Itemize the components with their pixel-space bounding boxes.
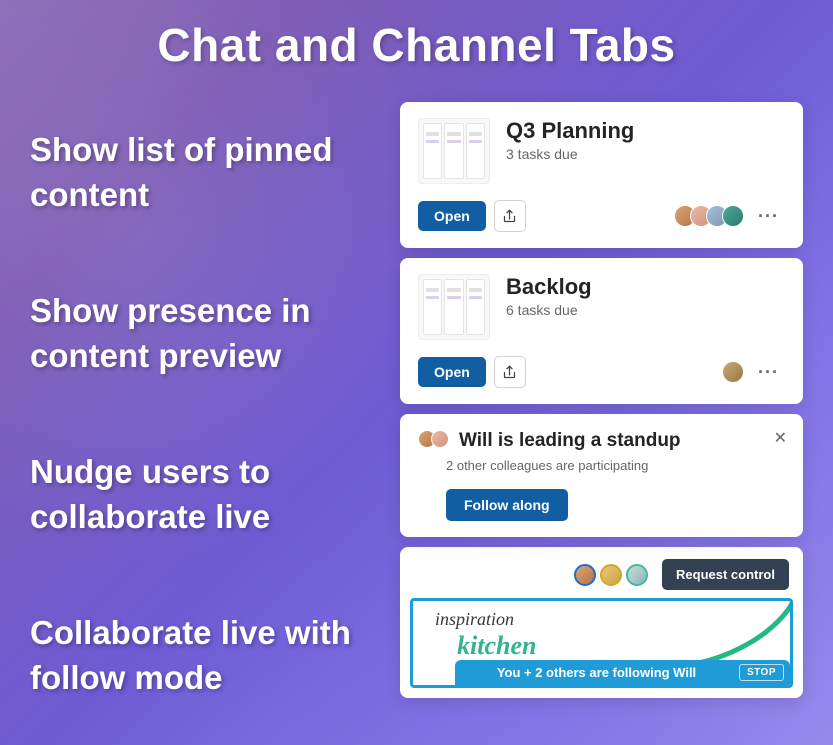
standup-card: ✕ Will is leading a standup 2 other coll… xyxy=(400,414,803,537)
board-thumbnail xyxy=(418,118,490,184)
open-button[interactable]: Open xyxy=(418,357,486,387)
more-menu[interactable]: ··· xyxy=(752,206,785,227)
standup-avatars xyxy=(418,430,449,448)
avatar xyxy=(626,564,648,586)
presence-avatars xyxy=(722,361,744,383)
tab-card-backlog: Backlog 6 tasks due Open ··· xyxy=(400,258,803,404)
share-icon xyxy=(502,209,517,224)
canvas-text: kitchen xyxy=(457,631,536,661)
share-button[interactable] xyxy=(494,356,526,388)
avatar xyxy=(431,430,449,448)
card-title: Backlog xyxy=(506,274,785,300)
collaborator-avatars xyxy=(574,564,648,586)
board-thumbnail xyxy=(418,274,490,340)
card-subtitle: 6 tasks due xyxy=(506,302,785,318)
follow-text: You + 2 others are following Will xyxy=(497,665,696,680)
canvas-text: inspiration xyxy=(435,609,514,630)
bullet-nudge: Nudge users to collaborate live xyxy=(30,450,370,539)
bullet-follow: Collaborate live with follow mode xyxy=(30,611,370,700)
card-title: Q3 Planning xyxy=(506,118,785,144)
whiteboard-card: Request control inspiration kitchen You … xyxy=(400,547,803,698)
standup-title: Will is leading a standup xyxy=(459,430,681,452)
standup-subtitle: 2 other colleagues are participating xyxy=(446,458,785,473)
whiteboard-canvas[interactable]: inspiration kitchen You + 2 others are f… xyxy=(410,598,793,688)
bullet-pinned: Show list of pinned content xyxy=(30,128,370,217)
slide-title: Chat and Channel Tabs xyxy=(0,0,833,72)
avatar xyxy=(600,564,622,586)
bullet-list: Show list of pinned content Show presenc… xyxy=(30,102,370,700)
stop-following-button[interactable]: STOP xyxy=(739,664,784,681)
follow-along-button[interactable]: Follow along xyxy=(446,489,568,521)
share-icon xyxy=(502,365,517,380)
card-subtitle: 3 tasks due xyxy=(506,146,785,162)
avatar xyxy=(574,564,596,586)
follow-mode-bar: You + 2 others are following Will STOP xyxy=(455,660,790,685)
avatar xyxy=(722,205,744,227)
request-control-button[interactable]: Request control xyxy=(662,559,789,590)
share-button[interactable] xyxy=(494,200,526,232)
close-icon[interactable]: ✕ xyxy=(774,428,787,448)
bullet-presence: Show presence in content preview xyxy=(30,289,370,378)
more-menu[interactable]: ··· xyxy=(752,362,785,383)
presence-avatars xyxy=(674,205,744,227)
avatar xyxy=(722,361,744,383)
open-button[interactable]: Open xyxy=(418,201,486,231)
tab-card-planning: Q3 Planning 3 tasks due Open ··· xyxy=(400,102,803,248)
